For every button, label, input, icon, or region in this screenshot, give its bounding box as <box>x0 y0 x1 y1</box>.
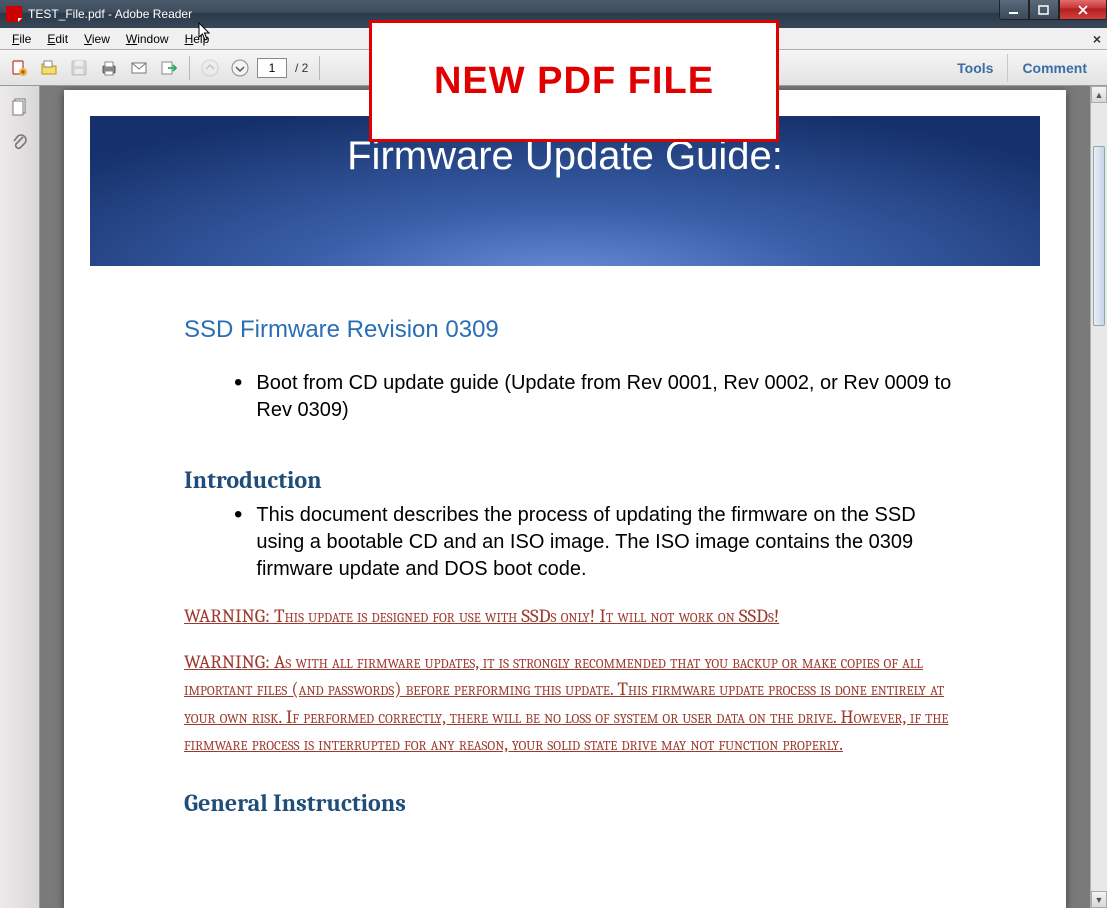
bullet-icon: • <box>234 370 242 424</box>
revision-bullet-text: Boot from CD update guide (Update from R… <box>256 370 966 424</box>
save-button[interactable] <box>66 55 92 81</box>
pdf-page: Firmware Update Guide: SSD Firmware Revi… <box>64 90 1066 908</box>
print-button[interactable] <box>96 55 122 81</box>
toolbar-separator <box>189 56 190 80</box>
warning-text-2: WARNING: As with all firmware updates, i… <box>184 649 966 759</box>
warning-text-1: WARNING: This update is designed for use… <box>184 603 966 631</box>
email-button[interactable] <box>126 55 152 81</box>
share-button[interactable] <box>156 55 182 81</box>
page-up-button[interactable] <box>197 55 223 81</box>
content-area: Firmware Update Guide: SSD Firmware Revi… <box>0 86 1107 908</box>
menu-file[interactable]: File <box>4 30 39 48</box>
tools-pane-button[interactable]: Tools <box>943 54 1007 82</box>
scroll-thumb[interactable] <box>1093 146 1105 326</box>
comment-pane-button[interactable]: Comment <box>1007 54 1101 82</box>
document-viewport[interactable]: Firmware Update Guide: SSD Firmware Revi… <box>40 86 1090 908</box>
vertical-scrollbar[interactable]: ▲ ▼ <box>1090 86 1107 908</box>
overlay-text: NEW PDF FILE <box>434 60 714 103</box>
toolbar-separator <box>319 56 320 80</box>
bullet-icon: • <box>234 502 242 583</box>
close-button[interactable] <box>1059 0 1107 20</box>
export-pdf-button[interactable] <box>6 55 32 81</box>
general-heading: General Instructions <box>184 789 966 817</box>
thumbnails-button[interactable] <box>7 94 33 120</box>
menu-window[interactable]: Window <box>118 30 177 48</box>
scroll-down-button[interactable]: ▼ <box>1091 891 1107 908</box>
document-close-button[interactable]: × <box>1093 31 1101 47</box>
attachments-button[interactable] <box>7 130 33 156</box>
menu-edit[interactable]: Edit <box>39 30 76 48</box>
revision-heading: SSD Firmware Revision 0309 <box>184 316 966 344</box>
overlay-banner: NEW PDF FILE <box>369 20 779 142</box>
app-icon <box>6 6 22 22</box>
menu-view[interactable]: View <box>76 30 118 48</box>
window-title: TEST_File.pdf - Adobe Reader <box>28 7 192 21</box>
window-controls <box>999 0 1107 20</box>
intro-bullet-text: This document describes the process of u… <box>256 502 966 583</box>
page-total-label: / 2 <box>291 61 312 75</box>
minimize-button[interactable] <box>999 0 1029 20</box>
navigation-rail <box>0 86 40 908</box>
maximize-button[interactable] <box>1029 0 1059 20</box>
intro-heading: Introduction <box>184 466 966 494</box>
scroll-up-button[interactable]: ▲ <box>1091 86 1107 103</box>
menu-help[interactable]: Help <box>177 30 218 48</box>
open-button[interactable] <box>36 55 62 81</box>
page-down-button[interactable] <box>227 55 253 81</box>
page-number-input[interactable]: 1 <box>257 58 287 78</box>
